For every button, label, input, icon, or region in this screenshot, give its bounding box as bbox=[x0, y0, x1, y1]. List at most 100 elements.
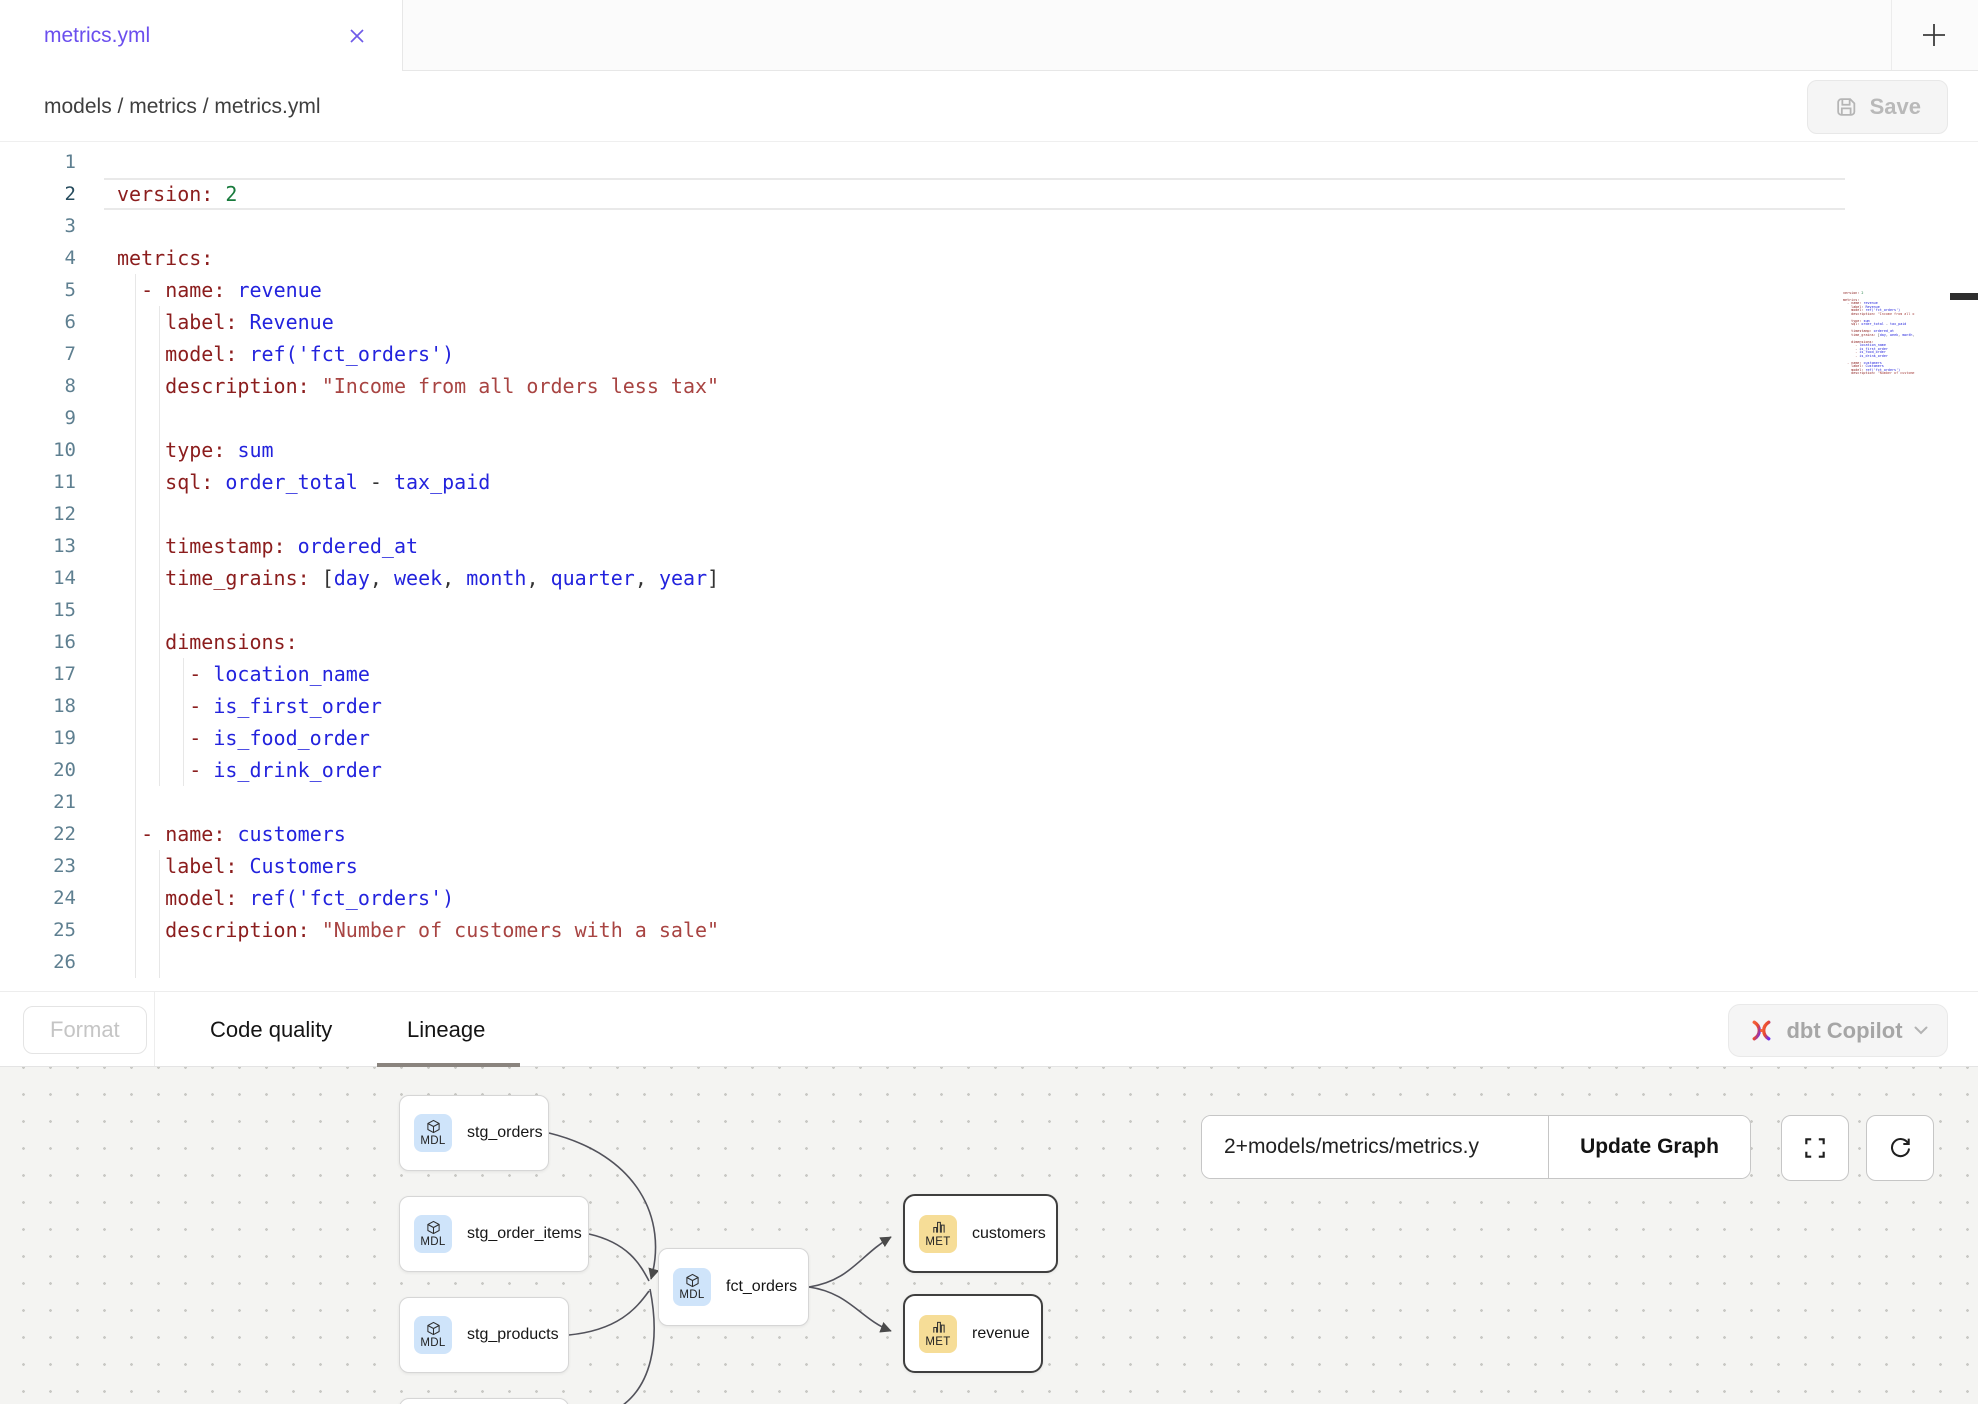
code-line-19[interactable]: 19 - is_food_order bbox=[0, 722, 1978, 754]
code-line-17[interactable]: 17 - location_name bbox=[0, 658, 1978, 690]
line-number: 7 bbox=[0, 338, 76, 370]
save-button[interactable]: Save bbox=[1807, 80, 1948, 134]
code-line-20[interactable]: 20 - is_drink_order bbox=[0, 754, 1978, 786]
code-line-1[interactable]: 1 bbox=[0, 146, 1978, 178]
lineage-node-customers[interactable]: MET customers bbox=[903, 1194, 1058, 1273]
code-line-24[interactable]: 24 model: ref('fct_orders') bbox=[0, 882, 1978, 914]
code-lines[interactable]: 12 version: 234metrics:5 - name: revenue6… bbox=[0, 146, 1978, 978]
lineage-node-fct-orders[interactable]: MDL fct_orders bbox=[658, 1248, 809, 1326]
code-line-25[interactable]: 25 description: "Number of customers wit… bbox=[0, 914, 1978, 946]
code-line-14[interactable]: 14 time_grains: [day, week, month, quart… bbox=[0, 562, 1978, 594]
code-line-text: version: 2 bbox=[117, 178, 237, 210]
refresh-button[interactable] bbox=[1866, 1115, 1934, 1181]
code-line-10[interactable]: 10 type: sum bbox=[0, 434, 1978, 466]
code-line-text: - name: customers bbox=[117, 818, 346, 850]
code-line-text: type: sum bbox=[117, 434, 274, 466]
lineage-node-stg-products[interactable]: MDL stg_products bbox=[399, 1297, 569, 1373]
cube-icon bbox=[426, 1220, 441, 1235]
bar-chart-icon bbox=[931, 1320, 946, 1335]
close-tab-icon[interactable] bbox=[346, 25, 368, 47]
code-line-4[interactable]: 4metrics: bbox=[0, 242, 1978, 274]
refresh-icon bbox=[1887, 1135, 1914, 1162]
code-line-16[interactable]: 16 dimensions: bbox=[0, 626, 1978, 658]
code-line-13[interactable]: 13 timestamp: ordered_at bbox=[0, 530, 1978, 562]
model-badge: MDL bbox=[414, 1114, 452, 1152]
code-line-text: description: "Income from all orders les… bbox=[117, 370, 719, 402]
node-label: fct_orders bbox=[726, 1278, 797, 1296]
code-line-3[interactable]: 3 bbox=[0, 210, 1978, 242]
line-number: 22 bbox=[0, 818, 76, 850]
node-label: stg_order_items bbox=[467, 1225, 582, 1243]
code-line-15[interactable]: 15 bbox=[0, 594, 1978, 626]
line-number: 6 bbox=[0, 306, 76, 338]
line-number: 8 bbox=[0, 370, 76, 402]
indent-guide bbox=[159, 402, 160, 434]
file-header-row: models / metrics / metrics.yml Save bbox=[0, 71, 1978, 142]
tab-bar-divider bbox=[1891, 0, 1892, 70]
line-number: 12 bbox=[0, 498, 76, 530]
code-line-12[interactable]: 12 bbox=[0, 498, 1978, 530]
lineage-canvas[interactable]: MDL stg_orders MDL stg_order_items MDL s… bbox=[0, 1067, 1978, 1404]
lineage-node-revenue[interactable]: MET revenue bbox=[903, 1294, 1043, 1373]
code-line-11[interactable]: 11 sql: order_total - tax_paid bbox=[0, 466, 1978, 498]
cube-icon bbox=[426, 1119, 441, 1134]
code-editor[interactable]: 12 version: 234metrics:5 - name: revenue6… bbox=[0, 142, 1978, 991]
badge-label: MET bbox=[925, 1236, 950, 1248]
ide-window: metrics.yml models / metrics / metrics.y… bbox=[0, 0, 1978, 1404]
editor-minimap[interactable]: version: 2 metrics: - name: revenue labe… bbox=[1843, 288, 1915, 379]
save-button-label: Save bbox=[1870, 94, 1921, 120]
code-line-7[interactable]: 7 model: ref('fct_orders') bbox=[0, 338, 1978, 370]
line-number: 25 bbox=[0, 914, 76, 946]
code-line-8[interactable]: 8 description: "Income from all orders l… bbox=[0, 370, 1978, 402]
tab-metrics-yml[interactable]: metrics.yml bbox=[0, 0, 402, 71]
indent-guide bbox=[135, 498, 136, 530]
line-number: 16 bbox=[0, 626, 76, 658]
new-tab-button[interactable] bbox=[1908, 13, 1960, 57]
line-number: 2 bbox=[0, 178, 76, 210]
code-line-22[interactable]: 22 - name: customers bbox=[0, 818, 1978, 850]
update-graph-button[interactable]: Update Graph bbox=[1548, 1116, 1750, 1178]
dbt-copilot-icon bbox=[1748, 1017, 1775, 1044]
model-badge: MDL bbox=[414, 1215, 452, 1253]
code-line-2[interactable]: 2 version: 2 bbox=[0, 178, 1978, 210]
badge-label: MDL bbox=[679, 1289, 704, 1301]
code-line-5[interactable]: 5 - name: revenue bbox=[0, 274, 1978, 306]
chevron-down-icon bbox=[1914, 1026, 1928, 1035]
code-line-text: label: Revenue bbox=[117, 306, 334, 338]
code-line-text: label: Customers bbox=[117, 850, 358, 882]
bar-chart-icon bbox=[931, 1220, 946, 1235]
format-button[interactable]: Format bbox=[23, 1006, 147, 1054]
node-label: stg_orders bbox=[467, 1124, 543, 1142]
code-line-18[interactable]: 18 - is_first_order bbox=[0, 690, 1978, 722]
badge-label: MET bbox=[925, 1336, 950, 1348]
tab-bar-empty-area bbox=[402, 0, 1978, 71]
plus-icon bbox=[1919, 20, 1949, 50]
line-number: 21 bbox=[0, 786, 76, 818]
dbt-copilot-label: dbt Copilot bbox=[1786, 1018, 1902, 1044]
code-line-21[interactable]: 21 bbox=[0, 786, 1978, 818]
toolbar-divider bbox=[154, 992, 155, 1066]
indent-guide bbox=[135, 946, 136, 978]
tab-title: metrics.yml bbox=[44, 24, 150, 48]
line-number: 26 bbox=[0, 946, 76, 978]
code-line-9[interactable]: 9 bbox=[0, 402, 1978, 434]
lineage-selector-input[interactable] bbox=[1202, 1116, 1548, 1178]
line-number: 23 bbox=[0, 850, 76, 882]
line-number: 5 bbox=[0, 274, 76, 306]
indent-guide bbox=[135, 402, 136, 434]
indent-guide bbox=[159, 594, 160, 626]
lineage-node-stg-order-items[interactable]: MDL stg_order_items bbox=[399, 1196, 589, 1272]
code-line-26[interactable]: 26 bbox=[0, 946, 1978, 978]
dbt-copilot-button[interactable]: dbt Copilot bbox=[1728, 1004, 1948, 1057]
cube-icon bbox=[685, 1273, 700, 1288]
tab-lineage[interactable]: Lineage bbox=[407, 992, 485, 1067]
code-line-6[interactable]: 6 label: Revenue bbox=[0, 306, 1978, 338]
lineage-node-partial[interactable] bbox=[399, 1398, 569, 1404]
tab-code-quality[interactable]: Code quality bbox=[210, 992, 332, 1067]
code-line-23[interactable]: 23 label: Customers bbox=[0, 850, 1978, 882]
fullscreen-icon bbox=[1802, 1135, 1828, 1161]
lineage-node-stg-orders[interactable]: MDL stg_orders bbox=[399, 1095, 549, 1171]
line-number: 19 bbox=[0, 722, 76, 754]
code-line-text: model: ref('fct_orders') bbox=[117, 882, 454, 914]
fullscreen-button[interactable] bbox=[1781, 1115, 1849, 1181]
